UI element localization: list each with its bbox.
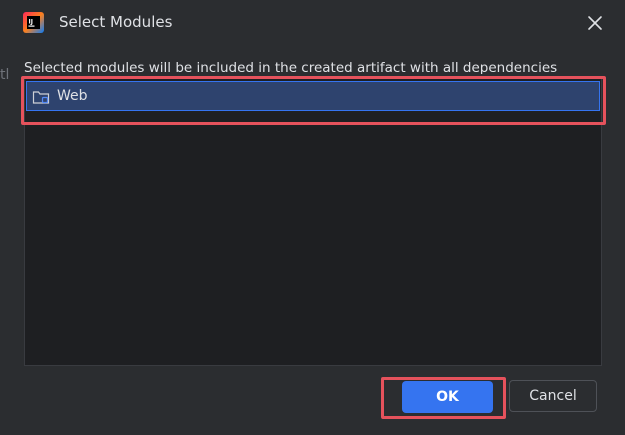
ok-button[interactable]: OK [402,381,493,413]
select-modules-dialog: IJ Select Modules tl Selected modules wi… [0,0,625,435]
svg-text:IJ: IJ [29,19,33,26]
cancel-button[interactable]: Cancel [509,380,597,412]
title-bar: IJ Select Modules [0,0,625,46]
dialog-title: Select Modules [59,13,173,31]
intellij-idea-icon: IJ [23,12,44,33]
background-window-text: tl [0,67,10,83]
list-item-web[interactable]: Web [26,81,600,111]
description-text: Selected modules will be included in the… [24,60,558,74]
close-icon[interactable] [585,13,605,33]
module-folder-icon [32,91,50,104]
modules-list[interactable]: Web [24,78,602,366]
list-item-label: Web [57,88,88,104]
